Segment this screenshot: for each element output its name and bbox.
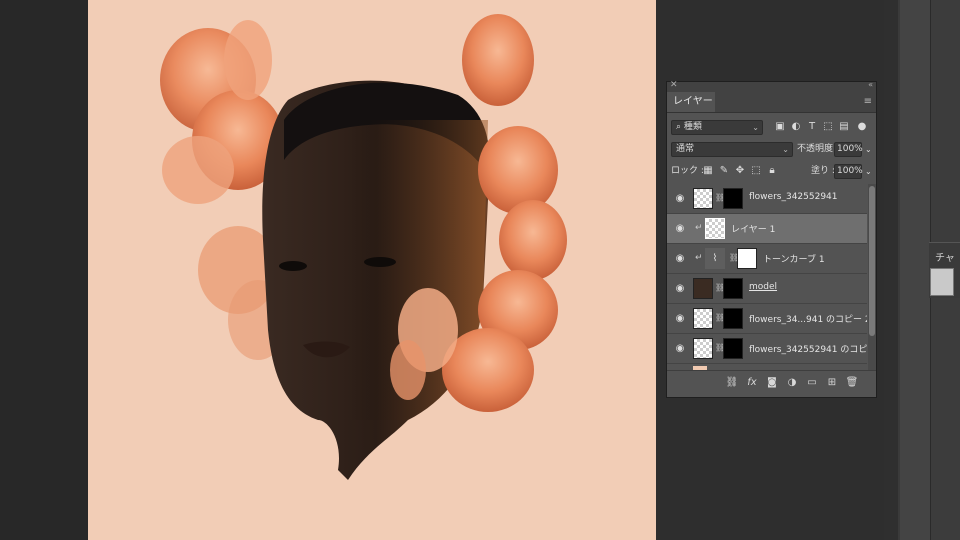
chevron-down-icon[interactable]: ⌄ — [865, 164, 872, 179]
eye-icon[interactable]: ◉ — [673, 193, 687, 204]
fx-icon[interactable]: fx — [745, 377, 759, 388]
lock-icon[interactable]: 🔒︎ — [765, 165, 779, 176]
collapse-icon[interactable]: « — [868, 80, 873, 89]
opacity-value: 100% — [837, 144, 863, 154]
lock-position-icon[interactable]: ✥ — [733, 165, 747, 176]
layer-row[interactable]: ◉ ⛓ flowers_342552941 のコピー — [667, 334, 867, 364]
clip-arrow-icon: ↵ — [695, 253, 703, 263]
curves-adjustment-icon: ⌇ — [705, 248, 725, 269]
filter-toggle-icon[interactable]: ● — [855, 121, 869, 132]
blend-mode-select[interactable]: 通常 ⌄ — [671, 142, 793, 157]
lock-transparent-icon[interactable]: ▦ — [701, 165, 715, 176]
filter-smartobject-icon[interactable]: ▤ — [837, 121, 851, 132]
opacity-label: 不透明度 : — [797, 144, 839, 154]
add-mask-icon[interactable]: ◙ — [765, 377, 779, 388]
layer-mask-thumbnail[interactable] — [723, 278, 743, 299]
layer-mask-thumbnail[interactable] — [723, 338, 743, 359]
folder-icon[interactable]: ▭ — [805, 377, 819, 388]
fill-input[interactable]: 100% — [834, 164, 863, 179]
tab-layers[interactable]: レイヤー — [667, 92, 715, 112]
adjustment-layer-icon[interactable]: ◑ — [785, 377, 799, 388]
layer-name: model — [749, 282, 778, 292]
layer-name: flowers_342552941 — [749, 192, 838, 202]
layer-name: flowers_34...941 のコピー 2 — [749, 315, 867, 325]
left-pasteboard — [0, 0, 88, 540]
blend-row: 通常 ⌄ 不透明度 : 100% ⌄ — [667, 139, 876, 161]
panel-menu-icon[interactable]: ≡ — [864, 96, 872, 107]
panel-footer: ⛓ fx ◙ ◑ ▭ ⊞ 🗑︎ — [667, 370, 876, 397]
eye-icon[interactable]: ◉ — [673, 253, 687, 264]
layer-thumbnail — [693, 278, 713, 299]
lock-artboard-icon[interactable]: ⬚ — [749, 165, 763, 176]
layer-row[interactable]: ◉ ⛓ model — [667, 274, 867, 304]
dock-strip — [884, 0, 898, 540]
document-canvas[interactable] — [88, 0, 656, 540]
blend-mode-value: 通常 — [676, 144, 695, 154]
layer-row[interactable]: ◉ ⛓ flowers_342552941 — [667, 184, 867, 214]
fill-label: 塗り : — [811, 166, 835, 176]
eye-icon[interactable]: ◉ — [673, 283, 687, 294]
filter-row: ⌕ 種類 ⌄ ▣ ◐ T ⬚ ▤ ● — [667, 117, 876, 139]
layer-thumbnail — [693, 308, 713, 329]
eye-icon[interactable]: ◉ — [673, 223, 687, 234]
filter-adjustment-icon[interactable]: ◐ — [789, 121, 803, 132]
layer-row[interactable]: ◉ ↵ ⌇ ⛓ トーンカーブ 1 — [667, 244, 867, 274]
opacity-input[interactable]: 100% — [834, 142, 863, 157]
layer-thumbnail — [693, 188, 713, 209]
search-icon: ⌕ — [676, 122, 682, 132]
lock-label: ロック : — [671, 166, 704, 176]
layer-row[interactable]: ◉ ↵ レイヤー 1 — [667, 214, 867, 244]
portrait — [262, 80, 490, 481]
layer-thumbnail — [705, 218, 725, 239]
layer-thumbnail — [693, 338, 713, 359]
eye-icon[interactable]: ◉ — [673, 313, 687, 324]
dock-column — [900, 0, 930, 540]
fill-value: 100% — [837, 166, 863, 176]
new-layer-icon[interactable]: ⊞ — [825, 377, 839, 388]
eye-icon[interactable]: ◉ — [673, 343, 687, 354]
filter-kind-select[interactable]: ⌕ 種類 ⌄ — [671, 120, 763, 135]
panel-titlebar: ✕ « — [667, 80, 876, 92]
layers-panel: ✕ « レイヤー ≡ ⌕ 種類 ⌄ ▣ ◐ T ⬚ ▤ ● 通常 ⌄ 不透明度 … — [666, 80, 877, 398]
clip-arrow-icon: ↵ — [695, 223, 703, 233]
layer-name: flowers_342552941 のコピー — [749, 345, 867, 355]
channels-tab-label: チャ — [935, 253, 955, 264]
filter-type-icon[interactable]: T — [805, 121, 819, 132]
lock-image-icon[interactable]: ✎ — [717, 165, 731, 176]
layer-name: レイヤー 1 — [731, 225, 776, 235]
lock-row: ロック : ▦ ✎ ✥ ⬚ 🔒︎ 塗り : 100% ⌄ — [667, 161, 876, 183]
layer-mask-thumbnail[interactable] — [723, 308, 743, 329]
panel-tabrow: レイヤー ≡ — [667, 92, 876, 113]
close-icon[interactable]: ✕ — [670, 80, 678, 90]
link-layers-icon[interactable]: ⛓ — [725, 377, 739, 388]
layer-mask-thumbnail[interactable] — [737, 248, 757, 269]
filter-kind-label: 種類 — [683, 122, 702, 132]
channels-thumbnail[interactable] — [930, 268, 954, 296]
trash-icon[interactable]: 🗑︎ — [845, 377, 859, 388]
chevron-down-icon: ⌄ — [782, 145, 789, 154]
layer-list-scroll-thumb[interactable] — [869, 186, 875, 336]
layer-name: トーンカーブ 1 — [763, 255, 825, 265]
filter-shape-icon[interactable]: ⬚ — [821, 121, 835, 132]
layer-list: ◉ ⛓ flowers_342552941 ◉ ↵ レイヤー 1 ◉ ↵ ⌇ ⛓… — [667, 184, 867, 371]
layer-mask-thumbnail[interactable] — [723, 188, 743, 209]
chevron-down-icon: ⌄ — [752, 123, 759, 132]
layer-row[interactable]: ◉ ⛓ flowers_34...941 のコピー 2 — [667, 304, 867, 334]
artwork — [160, 14, 567, 481]
chevron-down-icon[interactable]: ⌄ — [865, 142, 872, 157]
filter-pixel-icon[interactable]: ▣ — [773, 121, 787, 132]
